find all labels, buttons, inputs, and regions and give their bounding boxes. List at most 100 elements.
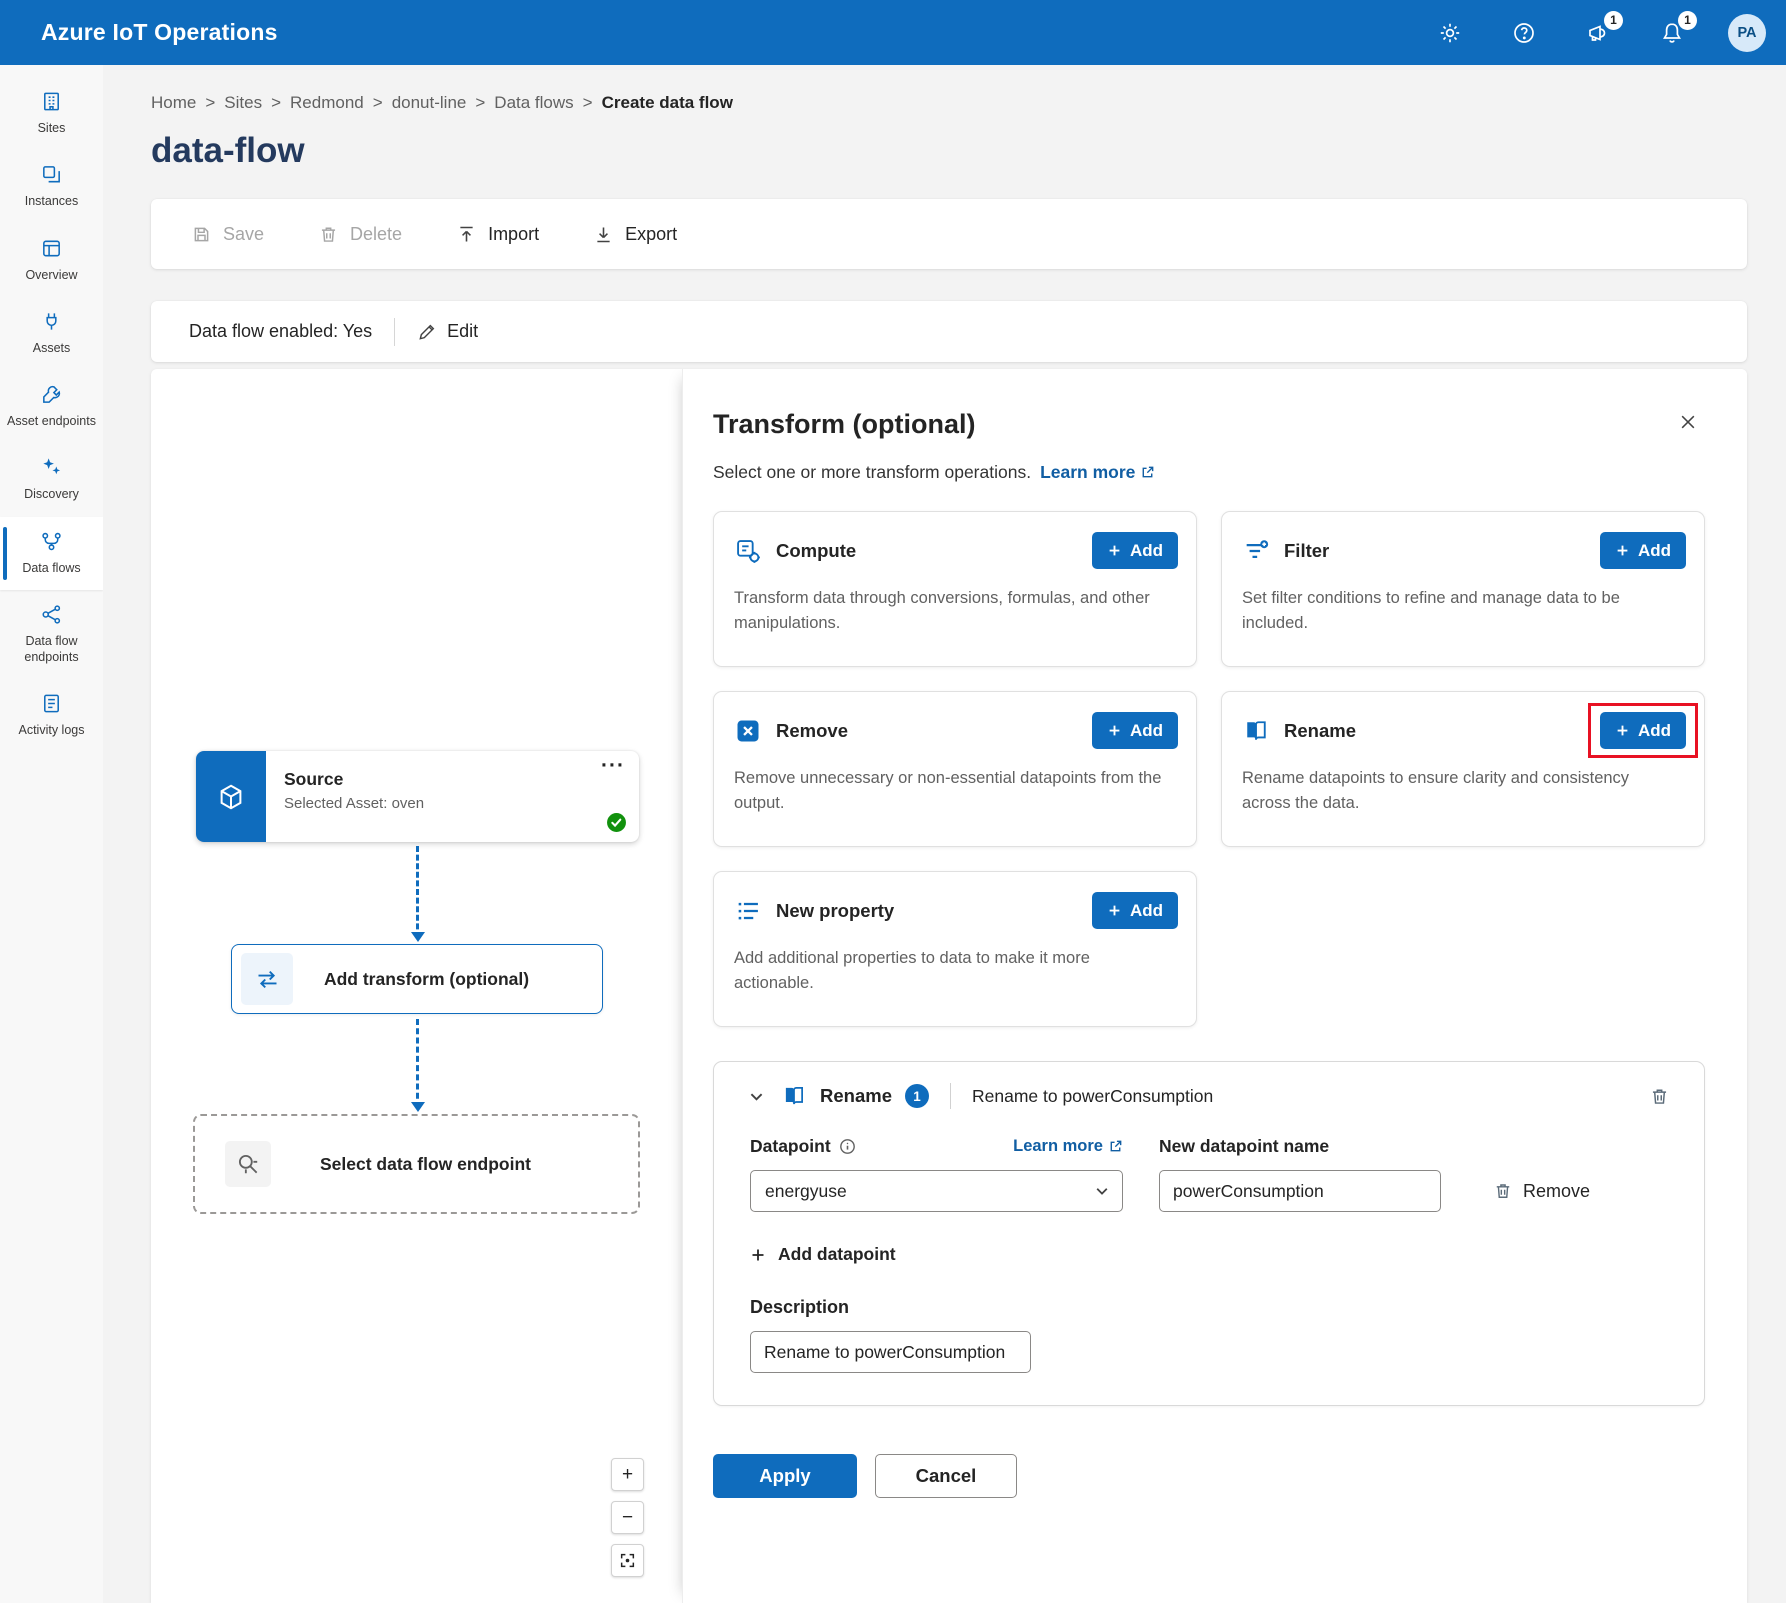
delete-label: Delete [350, 224, 402, 245]
endpoint-icon [225, 1141, 271, 1187]
add-compute-button[interactable]: Add [1092, 532, 1178, 569]
sidebar-item-overview[interactable]: Overview [0, 224, 103, 297]
save-icon [191, 224, 212, 245]
add-label: Add [1130, 901, 1163, 921]
datapoint-learn-more-link[interactable]: Learn more [1013, 1137, 1123, 1156]
new-datapoint-name-label: New datapoint name [1159, 1136, 1329, 1157]
remove-datapoint-button[interactable]: Remove [1493, 1181, 1590, 1202]
description-label: Description [750, 1297, 1680, 1318]
sidebar-item-data-flows[interactable]: Data flows [0, 517, 103, 590]
close-button[interactable] [1671, 405, 1705, 439]
sidebar-item-asset-endpoints[interactable]: Asset endpoints [0, 370, 103, 443]
breadcrumb-item-site[interactable]: Redmond [290, 93, 364, 113]
rename-editor: Rename 1 Rename to powerConsumption Data… [713, 1061, 1705, 1406]
status-bar: Data flow enabled: Yes Edit [151, 301, 1747, 362]
breadcrumb-item-sites[interactable]: Sites [224, 93, 262, 113]
breadcrumb-separator: > [373, 93, 383, 113]
sidebar-item-label: Sites [38, 120, 66, 136]
transform-panel-header: Transform (optional) [713, 409, 1705, 440]
add-datapoint-button[interactable]: Add datapoint [750, 1244, 896, 1265]
info-icon[interactable] [839, 1138, 856, 1155]
trash-icon [1649, 1086, 1670, 1107]
sidebar-item-sites[interactable]: Sites [0, 77, 103, 150]
help-button[interactable] [1506, 15, 1542, 51]
sidebar-item-instances[interactable]: Instances [0, 150, 103, 223]
remove-card-title: Remove [776, 720, 848, 742]
zoom-fit-icon [619, 1552, 636, 1569]
breadcrumb: Home > Sites > Redmond > donut-line > Da… [151, 93, 1786, 113]
chevron-down-icon [1094, 1183, 1110, 1199]
add-filter-button[interactable]: Add [1600, 532, 1686, 569]
delete-rename-button[interactable] [1644, 1081, 1674, 1111]
breadcrumb-item-data-flows[interactable]: Data flows [494, 93, 573, 113]
help-icon [1512, 21, 1536, 45]
asset-endpoints-icon [40, 383, 63, 406]
learn-more-link[interactable]: Learn more [1040, 462, 1155, 483]
save-button[interactable]: Save [177, 215, 278, 254]
plus-icon [1615, 543, 1630, 558]
transform-card-remove: Remove Add Remove unnecessary or non-ess… [713, 691, 1197, 847]
instances-icon [40, 163, 63, 186]
datapoint-dropdown-value: energyuse [765, 1181, 847, 1202]
breadcrumb-item-instance[interactable]: donut-line [392, 93, 467, 113]
transform-card-filter: Filter Add Set filter conditions to refi… [1221, 511, 1705, 667]
sidebar-item-label: Instances [25, 193, 79, 209]
page-title: data-flow [151, 131, 1786, 171]
rename-icon [781, 1083, 807, 1109]
more-options-icon[interactable]: ··· [601, 751, 625, 780]
sidebar-item-label: Asset endpoints [7, 413, 96, 429]
flow-canvas: Source Selected Asset: oven ··· Add tran… [151, 369, 682, 1603]
alerts-badge: 1 [1604, 11, 1623, 30]
sidebar-item-data-flow-endpoints[interactable]: Data flow endpoints [0, 590, 103, 680]
import-button[interactable]: Import [442, 215, 553, 254]
select-endpoint-node[interactable]: Select data flow endpoint [193, 1114, 640, 1214]
close-icon [1678, 412, 1698, 432]
breadcrumb-item-home[interactable]: Home [151, 93, 196, 113]
settings-button[interactable] [1432, 15, 1468, 51]
breadcrumb-separator: > [583, 93, 593, 113]
sidebar-item-discovery[interactable]: Discovery [0, 443, 103, 516]
endpoint-node-label: Select data flow endpoint [271, 1154, 638, 1175]
data-flows-icon [40, 530, 63, 553]
notifications-button[interactable]: 1 [1654, 15, 1690, 51]
add-rename-button[interactable]: Add [1600, 712, 1686, 749]
rename-count-badge: 1 [905, 1084, 929, 1108]
filter-card-title: Filter [1284, 540, 1329, 562]
rename-editor-header: Rename 1 Rename to powerConsumption [714, 1062, 1704, 1128]
plus-icon [1107, 543, 1122, 558]
account-avatar[interactable]: PA [1728, 14, 1766, 52]
notifications-badge: 1 [1678, 11, 1697, 30]
export-button[interactable]: Export [579, 215, 691, 254]
source-node-subtitle: Selected Asset: oven [284, 795, 623, 812]
sidebar-item-assets[interactable]: Assets [0, 297, 103, 370]
transform-card-compute: Compute Add Transform data through conve… [713, 511, 1197, 667]
delete-button[interactable]: Delete [304, 215, 416, 254]
import-label: Import [488, 224, 539, 245]
edit-label: Edit [447, 321, 478, 342]
new-datapoint-name-input[interactable] [1159, 1170, 1441, 1212]
rename-editor-title: Rename [820, 1085, 892, 1107]
datapoint-dropdown[interactable]: energyuse [750, 1170, 1123, 1212]
add-transform-node[interactable]: Add transform (optional) [231, 944, 603, 1014]
zoom-in-button[interactable]: + [611, 1458, 644, 1491]
description-input[interactable] [750, 1331, 1031, 1373]
edit-button[interactable]: Edit [417, 321, 478, 342]
add-remove-button[interactable]: Add [1092, 712, 1178, 749]
zoom-fit-button[interactable] [611, 1544, 644, 1577]
apply-button[interactable]: Apply [713, 1454, 857, 1498]
cancel-button[interactable]: Cancel [875, 1454, 1017, 1498]
source-node[interactable]: Source Selected Asset: oven ··· [196, 751, 639, 842]
add-new-property-button[interactable]: Add [1092, 892, 1178, 929]
trash-icon [318, 224, 339, 245]
transform-panel-subtitle-text: Select one or more transform operations. [713, 462, 1031, 483]
alerts-button[interactable]: 1 [1580, 15, 1616, 51]
plus-icon [1615, 723, 1630, 738]
new-property-icon [734, 897, 762, 925]
data-flow-enabled-status: Data flow enabled: Yes [189, 321, 372, 342]
zoom-out-button[interactable]: − [611, 1501, 644, 1534]
sidebar-item-activity-logs[interactable]: Activity logs [0, 679, 103, 752]
collapse-button[interactable] [744, 1084, 768, 1108]
transform-icon [241, 953, 293, 1005]
plus-icon [1107, 723, 1122, 738]
plus-icon [750, 1247, 766, 1263]
